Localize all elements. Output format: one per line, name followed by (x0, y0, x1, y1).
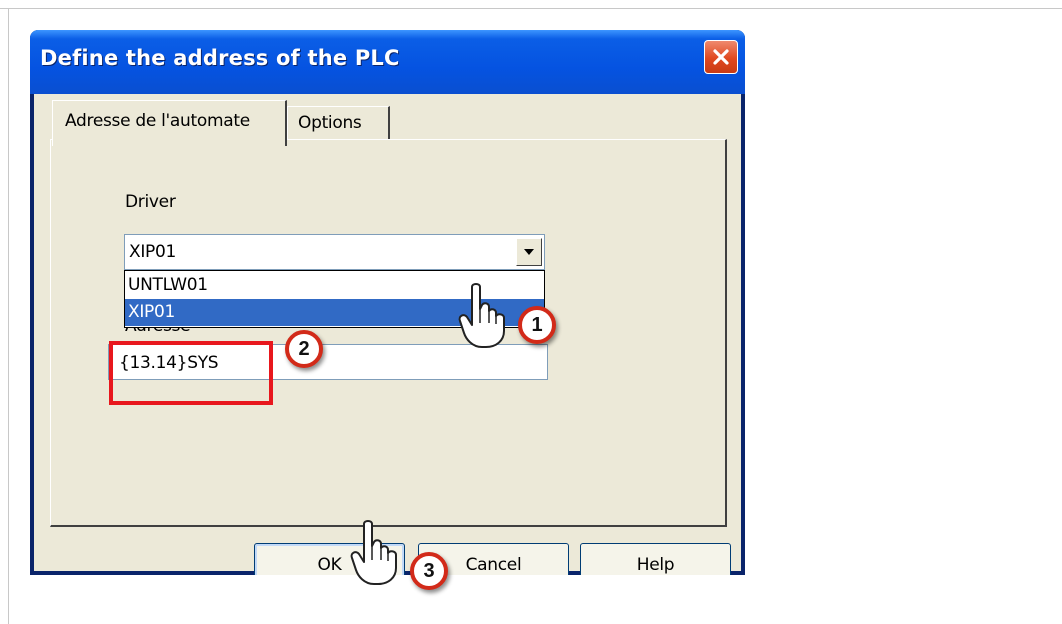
address-highlight-box (109, 341, 273, 405)
page-border-top (0, 8, 1062, 9)
ok-label: OK (317, 554, 342, 575)
help-button[interactable]: Help (580, 543, 731, 575)
step-1-badge: 1 (518, 306, 556, 344)
driver-select[interactable]: XIP01 (124, 234, 545, 270)
hand-cursor-icon (458, 283, 505, 348)
hand-cursor-icon (350, 520, 397, 585)
step-3-badge: 3 (410, 552, 448, 590)
close-button[interactable] (704, 40, 738, 74)
driver-label: Driver (125, 192, 176, 212)
define-address-dialog: Define the address of the PLC Adresse de… (30, 30, 745, 575)
page-border-left (8, 8, 9, 624)
tab-label: Adresse de l'automate (65, 111, 250, 131)
cancel-label: Cancel (465, 554, 522, 575)
tab-adresse-automate[interactable]: Adresse de l'automate (52, 100, 287, 146)
help-label: Help (636, 554, 675, 575)
tab-options[interactable]: Options (287, 106, 390, 140)
dropdown-arrow-icon (524, 249, 534, 255)
step-2-badge: 2 (285, 330, 323, 368)
dialog-title: Define the address of the PLC (40, 46, 400, 70)
driver-dropdown-button[interactable] (516, 238, 542, 266)
driver-selected-value: XIP01 (129, 242, 177, 262)
close-icon (713, 49, 729, 65)
dialog-client-area: Adresse de l'automate Options Driver XIP… (34, 94, 741, 575)
tab-label: Options (298, 113, 362, 133)
title-bar[interactable]: Define the address of the PLC (30, 30, 745, 94)
